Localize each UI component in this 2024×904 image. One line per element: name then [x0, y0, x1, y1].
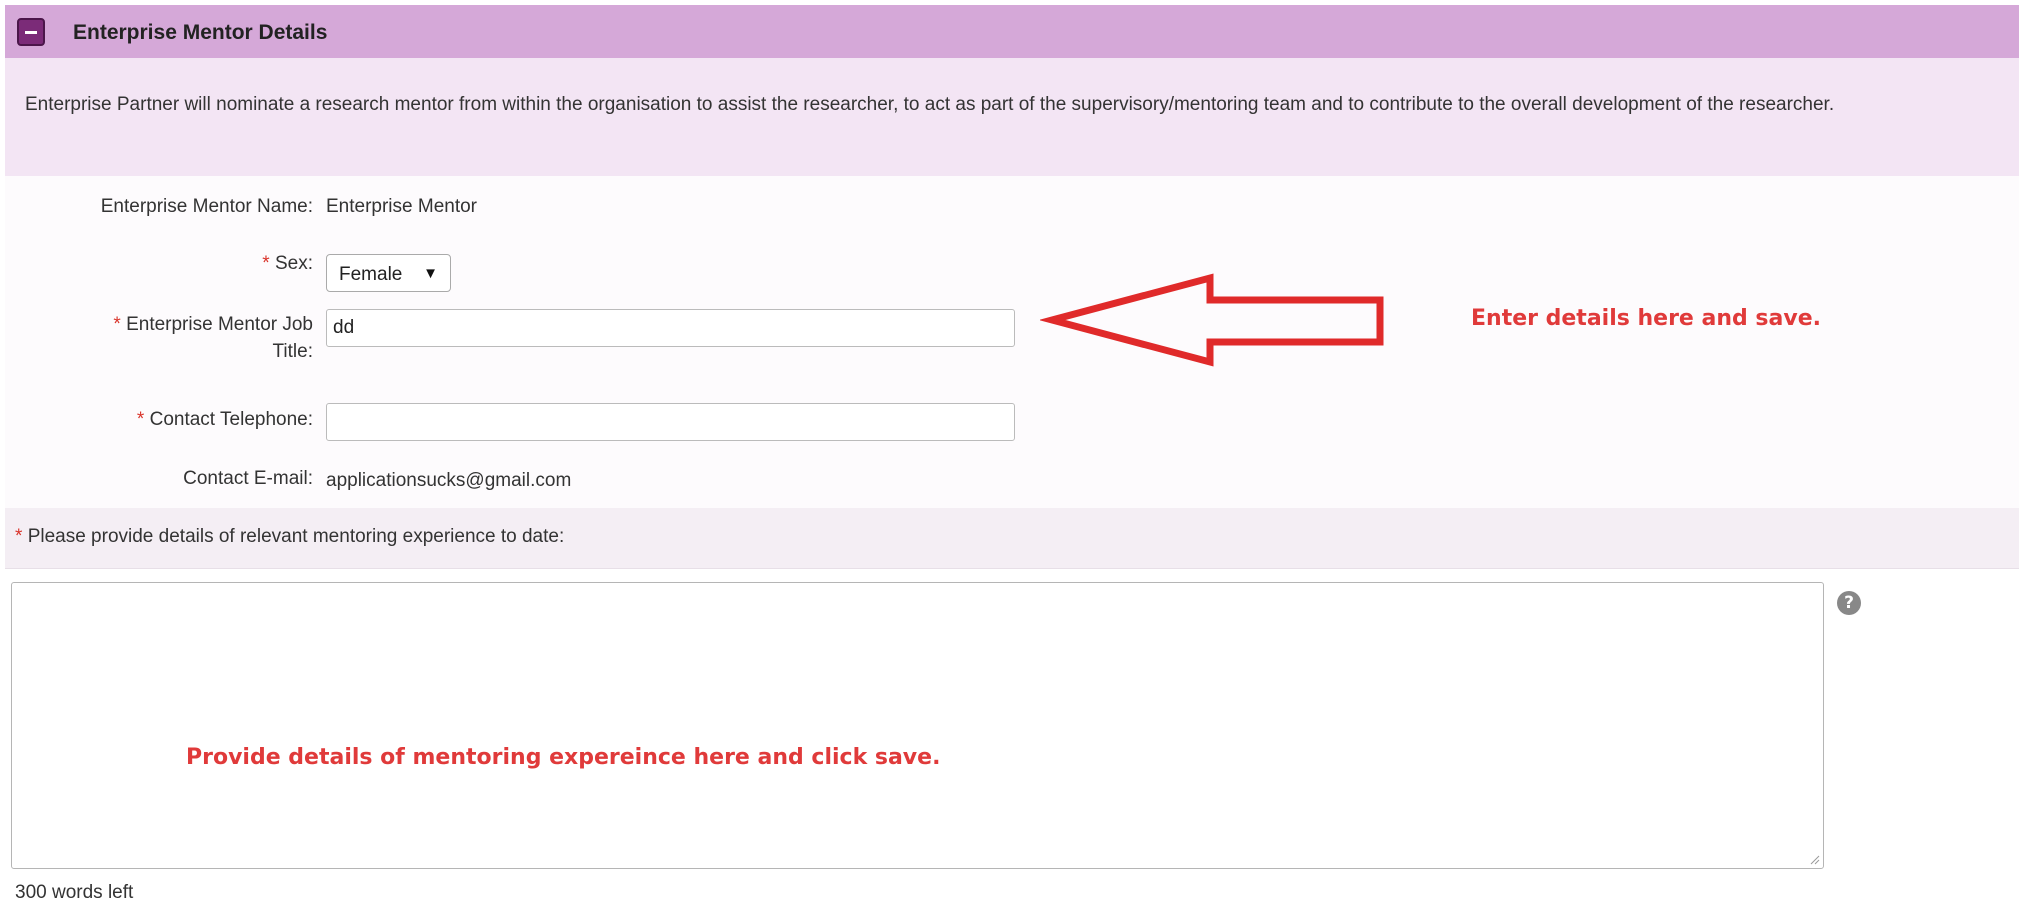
email-row: Contact E-mail: applicationsucks@gmail.c…: [5, 450, 2019, 509]
experience-label: * Please provide details of relevant men…: [15, 526, 564, 548]
required-marker: *: [136, 409, 145, 430]
experience-label-row: * Please provide details of relevant men…: [5, 508, 2019, 569]
sex-label-text: Sex:: [274, 253, 313, 274]
question-circle-icon[interactable]: ?: [1837, 591, 1861, 615]
required-marker: *: [113, 314, 121, 335]
resize-handle-icon[interactable]: [1808, 853, 1820, 865]
panel-title: Enterprise Mentor Details: [73, 21, 328, 44]
minus-icon[interactable]: [17, 18, 45, 46]
panel-description: Enterprise Partner will nominate a resea…: [5, 58, 2019, 176]
job-title-label-line2: Title:: [272, 341, 313, 362]
annotation-arrow-icon: [1040, 273, 1384, 367]
job-title-label: * Enterprise Mentor Job Title:: [113, 311, 313, 365]
experience-label-text: Please provide details of relevant mento…: [27, 526, 565, 547]
telephone-label: * Contact Telephone:: [137, 406, 313, 433]
telephone-input[interactable]: [326, 403, 1015, 441]
job-title-input[interactable]: [326, 309, 1015, 347]
job-title-annotation: Enter details here and save.: [1471, 306, 1821, 331]
sex-row: * Sex: Female ▼: [5, 237, 2019, 299]
email-label: Contact E-mail:: [183, 468, 313, 489]
telephone-row: * Contact Telephone:: [5, 390, 2019, 451]
sex-label: * Sex:: [262, 250, 313, 277]
telephone-label-text: Contact Telephone:: [149, 409, 313, 430]
experience-textarea[interactable]: [11, 582, 1824, 869]
sex-selected-value: Female: [339, 264, 403, 285]
mentor-name-row: Enterprise Mentor Name: Enterprise Mento…: [5, 176, 2019, 238]
email-value: applicationsucks@gmail.com: [326, 470, 572, 491]
words-left-counter: 300 words left: [15, 882, 134, 903]
sex-select[interactable]: Female ▼: [326, 254, 451, 292]
mentor-name-label: Enterprise Mentor Name:: [100, 196, 313, 217]
required-marker: *: [262, 253, 270, 274]
job-title-label-line1: Enterprise Mentor Job: [126, 314, 313, 335]
required-marker: *: [15, 526, 23, 547]
mentor-name-value: Enterprise Mentor: [326, 196, 478, 217]
experience-annotation: Provide details of mentoring expereince …: [186, 745, 941, 770]
chevron-down-icon: ▼: [423, 265, 438, 282]
panel-header[interactable]: Enterprise Mentor Details: [5, 5, 2019, 58]
